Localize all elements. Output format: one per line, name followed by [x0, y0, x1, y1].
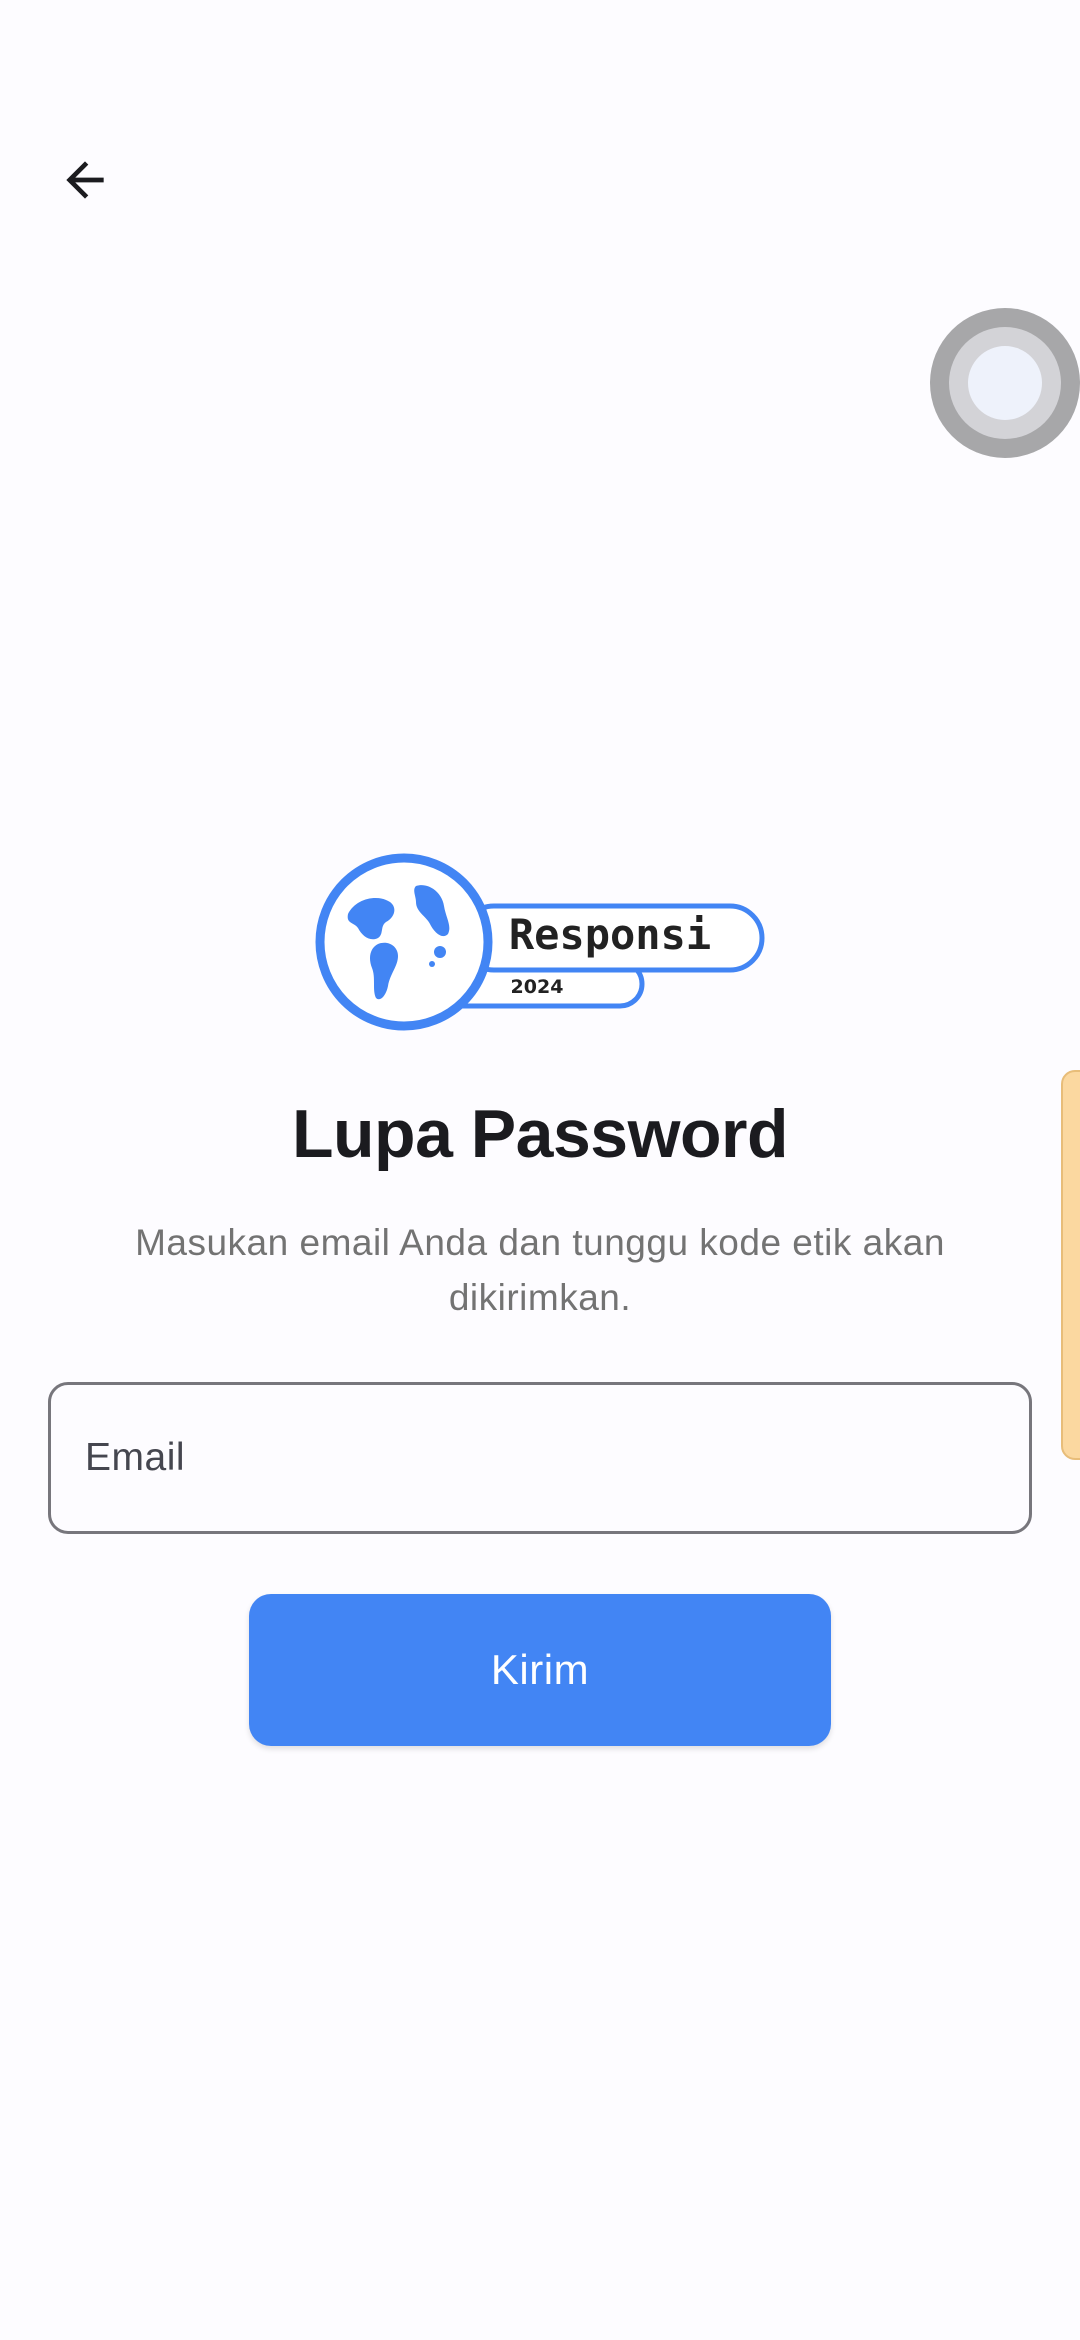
assistive-touch-core — [968, 346, 1042, 420]
submit-button[interactable]: Kirim — [249, 1594, 831, 1746]
responsi-logo: Responsi 2024 — [315, 853, 765, 1031]
back-button[interactable] — [40, 135, 130, 225]
assistive-touch-ring — [949, 327, 1061, 439]
email-input[interactable] — [85, 1436, 995, 1480]
page-subtitle: Masukan email Anda dan tunggu kode etik … — [135, 1222, 945, 1318]
email-field[interactable] — [48, 1382, 1032, 1534]
logo-brand-text: Responsi — [509, 910, 711, 959]
assistive-touch-icon[interactable] — [930, 308, 1080, 458]
forgot-password-screen: Responsi 2024 Lupa Password Masukan emai… — [0, 0, 1080, 2340]
logo-year-text: 2024 — [511, 976, 564, 998]
arrow-back-icon — [66, 161, 104, 199]
page-title: Lupa Password — [291, 1096, 789, 1172]
